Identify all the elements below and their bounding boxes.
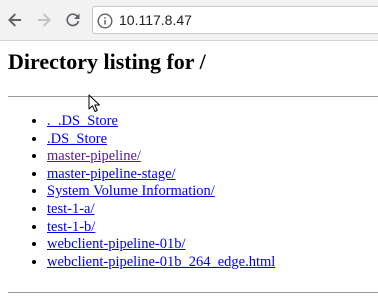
list-item: master-pipeline-stage/ bbox=[47, 166, 275, 184]
entry-link-webclient-pipeline-01b[interactable]: webclient-pipeline-01b/ bbox=[47, 236, 186, 252]
divider-top bbox=[8, 96, 378, 97]
entry-link-test-1-a[interactable]: test-1-a/ bbox=[47, 201, 95, 217]
page-title: Directory listing for / bbox=[8, 49, 206, 74]
list-item: test-1-a/ bbox=[47, 201, 275, 219]
directory-list: ._.DS_Store .DS_Store master-pipeline/ m… bbox=[0, 113, 275, 271]
reload-icon bbox=[66, 13, 80, 27]
list-item: webclient-pipeline-01b_264_edge.html bbox=[47, 254, 275, 272]
list-item: webclient-pipeline-01b/ bbox=[47, 236, 275, 254]
entry-link-master-pipeline[interactable]: master-pipeline/ bbox=[47, 148, 141, 164]
entry-link-test-1-b[interactable]: test-1-b/ bbox=[47, 219, 95, 235]
entry-link-system-volume-information[interactable]: System Volume Information/ bbox=[47, 183, 215, 199]
list-item: .DS_Store bbox=[47, 131, 275, 149]
address-bar[interactable]: 10.117.8.47 bbox=[92, 6, 378, 34]
browser-toolbar: 10.117.8.47 bbox=[0, 0, 378, 41]
forward-button[interactable] bbox=[33, 9, 55, 31]
entry-link-dot-underscore-ds-store[interactable]: ._.DS_Store bbox=[47, 113, 118, 129]
divider-bottom bbox=[8, 292, 378, 293]
list-item: test-1-b/ bbox=[47, 219, 275, 237]
info-icon[interactable] bbox=[97, 13, 113, 29]
reload-button[interactable] bbox=[62, 9, 84, 31]
list-item: System Volume Information/ bbox=[47, 183, 275, 201]
address-text[interactable]: 10.117.8.47 bbox=[119, 12, 192, 29]
entry-link-webclient-pipeline-01b-264-edge-html[interactable]: webclient-pipeline-01b_264_edge.html bbox=[47, 254, 275, 270]
back-arrow-icon bbox=[8, 13, 21, 27]
list-item: ._.DS_Store bbox=[47, 113, 275, 131]
entry-link-ds-store[interactable]: .DS_Store bbox=[47, 131, 107, 147]
entry-link-master-pipeline-stage[interactable]: master-pipeline-stage/ bbox=[47, 166, 176, 182]
list-item: master-pipeline/ bbox=[47, 148, 275, 166]
forward-arrow-icon bbox=[38, 13, 51, 27]
mouse-pointer-icon bbox=[88, 94, 100, 112]
back-button[interactable] bbox=[4, 9, 26, 31]
